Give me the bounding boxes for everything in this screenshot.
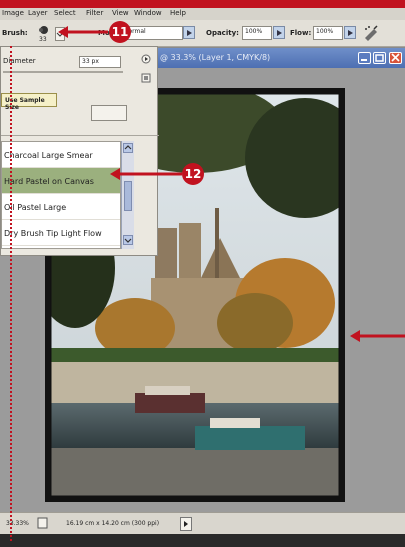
callout-11: 11 bbox=[109, 21, 131, 43]
annotation-arrows bbox=[58, 26, 405, 342]
callout-12: 12 bbox=[182, 163, 204, 185]
